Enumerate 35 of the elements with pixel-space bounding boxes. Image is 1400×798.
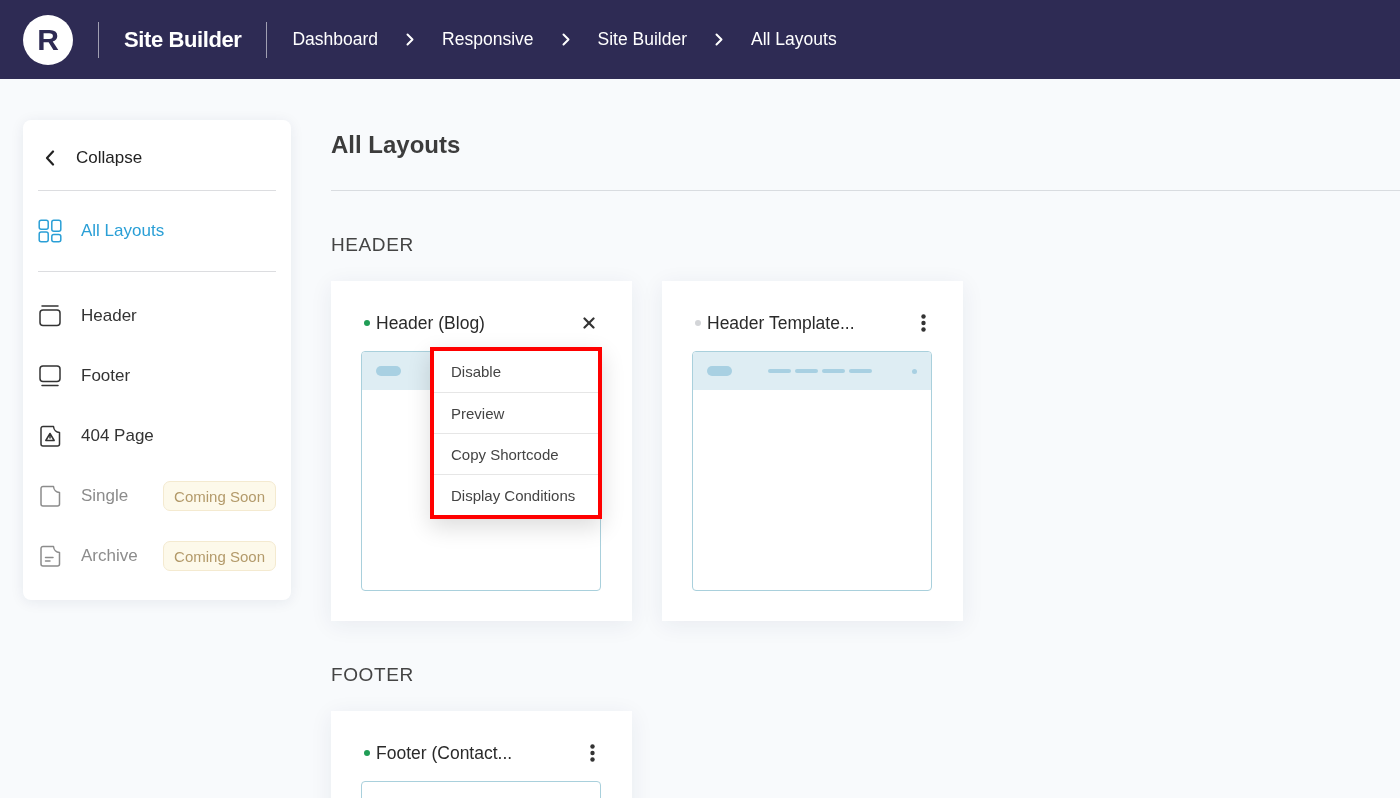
chevron-right-icon [561, 33, 570, 46]
coming-soon-badge: Coming Soon [163, 481, 276, 511]
page-warning-icon [38, 424, 62, 448]
section-heading: FOOTER [331, 663, 415, 687]
layout-title: Header (Blog) [376, 312, 486, 334]
breadcrumb-link[interactable]: Dashboard [292, 29, 379, 50]
page-lines-icon [38, 544, 62, 568]
menu-item[interactable]: Preview [434, 392, 598, 433]
app-title: Site Builder [124, 26, 242, 53]
menu-item[interactable]: Display Conditions [434, 474, 598, 515]
page-icon [38, 484, 62, 508]
chevron-left-icon [45, 150, 55, 166]
sidebar-item[interactable]: 404 Page [38, 424, 154, 448]
breadcrumb-link[interactable]: Responsive [442, 29, 534, 50]
menu-item[interactable]: Copy Shortcode [434, 433, 598, 474]
logo[interactable]: R [23, 14, 73, 65]
grid-icon [38, 219, 62, 243]
kebab-menu-icon[interactable] [590, 744, 595, 762]
layout-title: Footer (Contact... [376, 742, 514, 764]
menu-item[interactable]: Disable [434, 351, 598, 392]
header-layout-icon [38, 304, 62, 328]
footer-layout-icon [38, 364, 62, 388]
sidebar-item[interactable]: Header [38, 304, 137, 328]
close-icon[interactable] [583, 317, 595, 329]
chevron-right-icon [715, 33, 724, 46]
section-heading: HEADER [331, 233, 415, 257]
layout-title: Header Template... [707, 312, 856, 334]
sidebar-item[interactable]: Footer [38, 364, 131, 388]
chevron-right-icon [406, 33, 415, 46]
kebab-menu-icon[interactable] [921, 314, 926, 332]
page-title: All Layouts [331, 130, 462, 160]
breadcrumb-link[interactable]: Site Builder [597, 29, 688, 50]
breadcrumb-link[interactable]: All Layouts [751, 29, 837, 50]
coming-soon-badge: Coming Soon [163, 541, 276, 571]
collapse-button[interactable]: Collapse [38, 148, 143, 168]
